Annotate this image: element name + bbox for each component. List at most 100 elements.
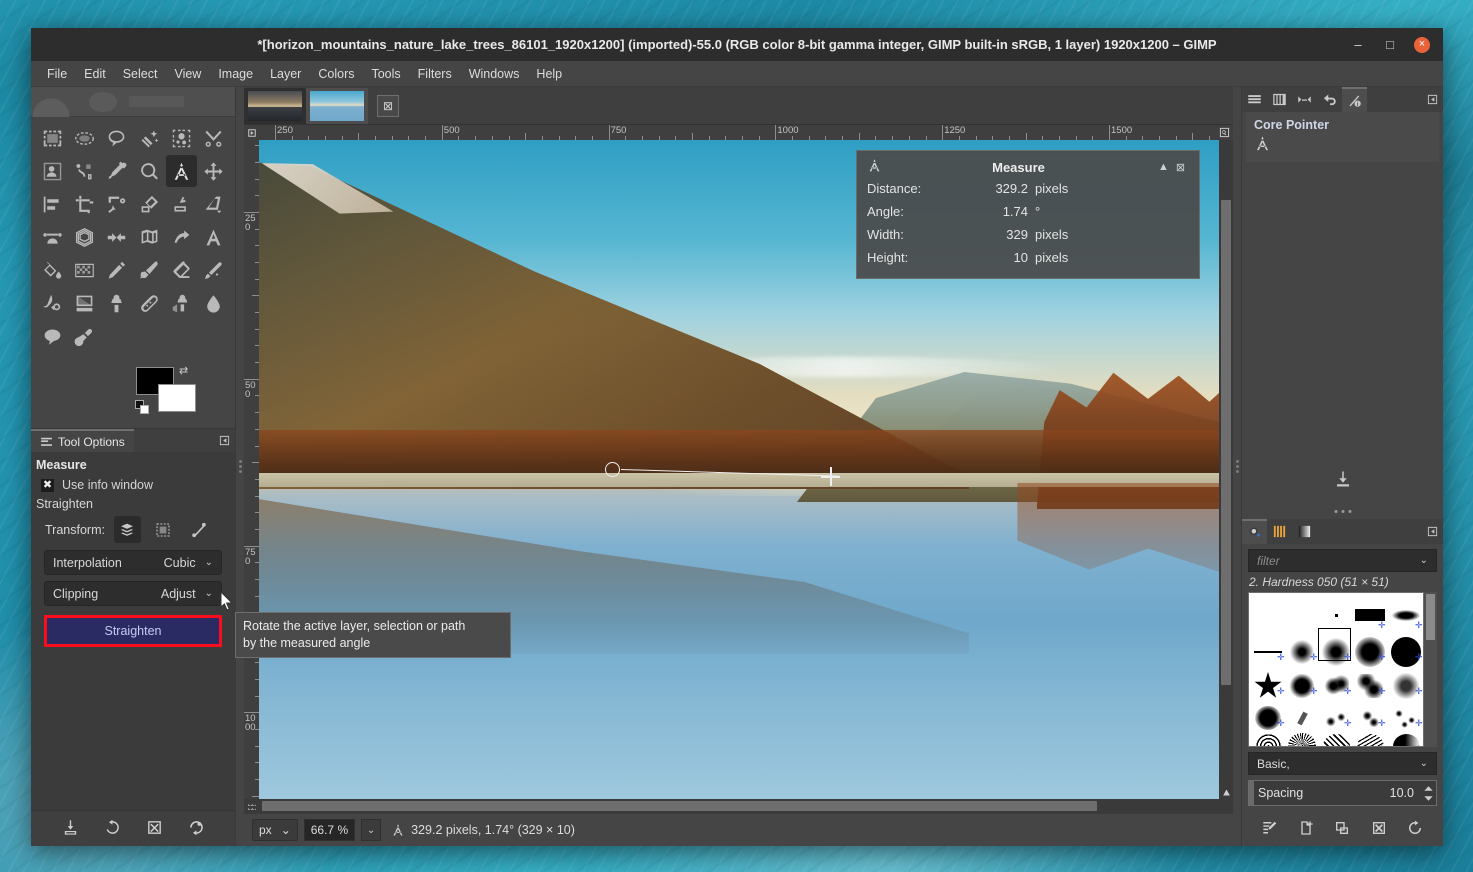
horizontal-scrollbar-thumb[interactable] xyxy=(262,801,1097,811)
tool-fuzzy-select[interactable] xyxy=(133,122,164,154)
tool-crop[interactable] xyxy=(69,188,100,220)
tool-smudge[interactable] xyxy=(37,320,68,352)
duplicate-brush-button[interactable] xyxy=(1334,820,1350,839)
menu-windows[interactable]: Windows xyxy=(461,63,528,85)
tool-rotate[interactable] xyxy=(101,188,132,220)
image-canvas[interactable]: Measure ▲ ⊠ Distance: 329.2 pixels Angle… xyxy=(259,140,1219,799)
vertical-scrollbar-thumb[interactable] xyxy=(1221,200,1231,685)
spin-up-icon[interactable] xyxy=(1423,784,1434,793)
brush-cell[interactable] xyxy=(1285,703,1319,733)
use-info-window-checkbox[interactable]: ✖ xyxy=(41,479,54,492)
measure-start-handle[interactable] xyxy=(605,462,620,477)
chevron-down-icon[interactable]: ⌄ xyxy=(1420,758,1428,769)
menu-colors[interactable]: Colors xyxy=(310,63,362,85)
maximize-button[interactable]: □ xyxy=(1382,37,1398,53)
tool-heal[interactable] xyxy=(133,287,164,319)
tool-flip[interactable] xyxy=(166,221,197,253)
spin-down-icon[interactable] xyxy=(1423,794,1434,803)
tool-airbrush[interactable] xyxy=(198,254,229,286)
tab-layers[interactable] xyxy=(1242,87,1267,112)
tool-foreground-select[interactable] xyxy=(37,155,68,187)
tab-channels[interactable] xyxy=(1267,87,1292,112)
device-save-button[interactable] xyxy=(1334,470,1352,491)
tool-unified-transform[interactable] xyxy=(69,221,100,253)
tool-handle-transform[interactable] xyxy=(101,221,132,253)
horizontal-ruler[interactable]: 250500750100012501500 xyxy=(259,125,1216,140)
measure-window-close-button[interactable]: ⊠ xyxy=(1172,161,1189,174)
tool-eraser[interactable] xyxy=(166,254,197,286)
vertical-ruler[interactable]: 2505007501000 xyxy=(244,140,259,799)
tool-mypaint-brush[interactable] xyxy=(69,287,100,319)
tool-gradient[interactable] xyxy=(69,254,100,286)
tab-brushes[interactable] xyxy=(1242,519,1267,544)
tool-bucket-fill[interactable] xyxy=(37,254,68,286)
brush-tag-selector[interactable]: Basic, ⌄ xyxy=(1248,752,1437,775)
close-button[interactable]: × xyxy=(1414,37,1430,53)
measure-window-collapse-button[interactable]: ▲ xyxy=(1155,161,1172,173)
tab-pointer[interactable] xyxy=(1342,87,1367,112)
quick-mask-toggle[interactable] xyxy=(244,799,259,813)
tool-paths[interactable] xyxy=(69,155,100,187)
transform-path-button[interactable] xyxy=(186,516,213,543)
delete-tool-preset-button[interactable] xyxy=(146,819,163,839)
tool-warp-transform[interactable] xyxy=(133,221,164,253)
tool-measure[interactable] xyxy=(166,155,197,187)
tool-color-picker[interactable] xyxy=(101,155,132,187)
restore-tool-preset-button[interactable] xyxy=(104,819,121,839)
save-tool-preset-button[interactable] xyxy=(62,819,79,839)
tool-options-dock-menu-button[interactable] xyxy=(213,429,235,452)
reset-tool-options-button[interactable] xyxy=(188,819,205,839)
close-tab-button[interactable]: ⊠ xyxy=(377,95,399,117)
right-dock-resize-grip[interactable] xyxy=(1233,87,1241,846)
tool-perspective[interactable] xyxy=(198,188,229,220)
unit-selector[interactable]: px ⌄ xyxy=(252,819,298,841)
new-brush-button[interactable] xyxy=(1298,820,1314,839)
tab-patterns[interactable] xyxy=(1267,519,1292,544)
brush-spacing-slider[interactable]: Spacing 10.0 xyxy=(1248,780,1437,806)
brush-grid-scrollbar[interactable] xyxy=(1424,592,1437,747)
interpolation-combo[interactable]: Interpolation Cubic ⌄ xyxy=(44,550,222,575)
tool-rect-select[interactable] xyxy=(37,122,68,154)
tab-undo-history[interactable] xyxy=(1317,87,1342,112)
tool-clone[interactable] xyxy=(101,287,132,319)
menu-layer[interactable]: Layer xyxy=(262,63,309,85)
canvas-vertical-scrollbar[interactable] xyxy=(1219,140,1233,799)
delete-brush-button[interactable] xyxy=(1371,820,1387,839)
menu-select[interactable]: Select xyxy=(115,63,166,85)
tool-perspective-clone[interactable] xyxy=(166,287,197,319)
zoom-value[interactable]: 66.7 % xyxy=(304,819,355,841)
menu-view[interactable]: View xyxy=(166,63,209,85)
menu-filters[interactable]: Filters xyxy=(410,63,460,85)
tool-paintbrush[interactable] xyxy=(133,254,164,286)
transform-selection-button[interactable] xyxy=(150,516,177,543)
tool-zoom[interactable] xyxy=(133,155,164,187)
spacing-stepper[interactable] xyxy=(1420,781,1436,805)
tab-gradients[interactable] xyxy=(1292,519,1317,544)
reset-colors-icon[interactable] xyxy=(135,400,149,414)
straighten-button[interactable]: Straighten xyxy=(47,618,219,644)
brush-cell[interactable] xyxy=(1285,599,1319,633)
tool-free-select[interactable] xyxy=(101,122,132,154)
tool-scale[interactable] xyxy=(133,188,164,220)
refresh-brushes-button[interactable] xyxy=(1407,820,1423,839)
tool-scissors-select[interactable] xyxy=(198,122,229,154)
zoom-dropdown-button[interactable]: ⌄ xyxy=(361,819,381,841)
brush-scrollbar-thumb[interactable] xyxy=(1426,594,1435,640)
dock-separator-dots[interactable] xyxy=(1334,510,1351,513)
right-dock-menu-button[interactable] xyxy=(1421,87,1443,112)
tool-text[interactable] xyxy=(198,221,229,253)
image-tab-lake[interactable] xyxy=(306,88,368,124)
clipping-combo[interactable]: Clipping Adjust ⌄ xyxy=(44,581,222,606)
canvas-horizontal-scrollbar[interactable] xyxy=(259,799,1219,813)
measure-end-crosshair[interactable] xyxy=(821,467,840,486)
tab-paths[interactable] xyxy=(1292,87,1317,112)
left-dock-resize-grip[interactable] xyxy=(236,87,244,846)
brush-cell[interactable] xyxy=(1319,601,1353,629)
tool-select-by-color[interactable] xyxy=(166,122,197,154)
tool-blur-sharpen[interactable] xyxy=(198,287,229,319)
ruler-origin-button[interactable] xyxy=(244,125,259,140)
menu-file[interactable]: File xyxy=(39,63,75,85)
tool-pencil[interactable] xyxy=(101,254,132,286)
menu-help[interactable]: Help xyxy=(528,63,570,85)
menu-edit[interactable]: Edit xyxy=(76,63,114,85)
